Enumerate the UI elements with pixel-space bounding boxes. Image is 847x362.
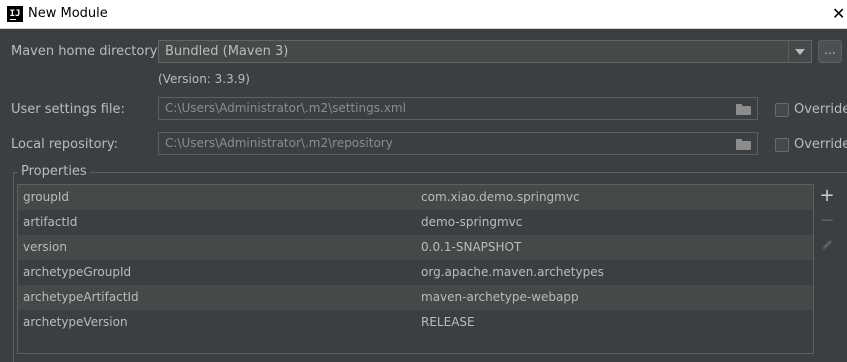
property-value[interactable]: com.xiao.demo.springmvc bbox=[421, 190, 580, 204]
local-repository-label: Local repository: bbox=[11, 137, 118, 152]
window-title: New Module bbox=[28, 6, 108, 21]
property-key: version bbox=[23, 240, 67, 254]
maven-home-label: Maven home directory: bbox=[11, 44, 161, 59]
property-key: artifactId bbox=[23, 215, 78, 229]
browse-maven-home-button[interactable]: ... bbox=[818, 40, 842, 63]
title-bar: IJ New Module ✕ bbox=[0, 0, 847, 29]
table-row[interactable]: version 0.0.1-SNAPSHOT bbox=[18, 235, 813, 260]
app-icon-text: IJ bbox=[9, 9, 21, 19]
override-repository-label: Override bbox=[794, 137, 847, 152]
local-repository-value: C:\Users\Administrator\.m2\repository bbox=[165, 136, 393, 150]
table-row[interactable]: groupId com.xiao.demo.springmvc bbox=[18, 185, 813, 210]
properties-title: Properties bbox=[18, 164, 90, 179]
local-repository-field[interactable]: C:\Users\Administrator\.m2\repository bbox=[158, 132, 758, 155]
maven-home-select[interactable]: Bundled (Maven 3) bbox=[158, 40, 812, 63]
property-value[interactable]: 0.0.1-SNAPSHOT bbox=[421, 240, 521, 254]
chevron-down-icon bbox=[795, 49, 805, 55]
table-row[interactable]: artifactId demo-springmvc bbox=[18, 210, 813, 235]
user-settings-label: User settings file: bbox=[11, 102, 125, 117]
properties-table: groupId com.xiao.demo.springmvc artifact… bbox=[17, 184, 814, 354]
user-settings-field[interactable]: C:\Users\Administrator\.m2\settings.xml bbox=[158, 97, 758, 120]
property-key: groupId bbox=[23, 190, 70, 204]
property-value[interactable]: maven-archetype-webapp bbox=[421, 290, 579, 304]
folder-icon[interactable] bbox=[736, 139, 751, 150]
property-value[interactable]: demo-springmvc bbox=[421, 215, 522, 229]
property-key: archetypeArtifactId bbox=[23, 290, 139, 304]
dropdown-button[interactable] bbox=[788, 41, 811, 62]
override-settings-checkbox[interactable] bbox=[775, 103, 789, 117]
minus-icon[interactable]: − bbox=[818, 212, 836, 232]
table-row[interactable]: archetypeVersion RELEASE bbox=[18, 310, 813, 335]
property-key: archetypeVersion bbox=[23, 315, 128, 329]
pencil-icon[interactable] bbox=[818, 238, 836, 258]
folder-icon[interactable] bbox=[736, 104, 751, 115]
property-value[interactable]: org.apache.maven.archetypes bbox=[421, 265, 604, 279]
plus-icon[interactable]: + bbox=[818, 187, 836, 207]
table-row[interactable]: archetypeArtifactId maven-archetype-weba… bbox=[18, 285, 813, 310]
user-settings-value: C:\Users\Administrator\.m2\settings.xml bbox=[165, 101, 406, 115]
close-icon[interactable]: ✕ bbox=[832, 4, 845, 23]
property-value[interactable]: RELEASE bbox=[421, 315, 475, 329]
maven-home-value: Bundled (Maven 3) bbox=[165, 44, 289, 59]
table-row[interactable]: archetypeGroupId org.apache.maven.archet… bbox=[18, 260, 813, 285]
property-key: archetypeGroupId bbox=[23, 265, 132, 279]
override-repository-checkbox[interactable] bbox=[775, 138, 789, 152]
intellij-logo-icon: IJ bbox=[7, 6, 23, 22]
override-settings-label: Override bbox=[794, 102, 847, 117]
maven-version-text: (Version: 3.3.9) bbox=[158, 72, 250, 86]
